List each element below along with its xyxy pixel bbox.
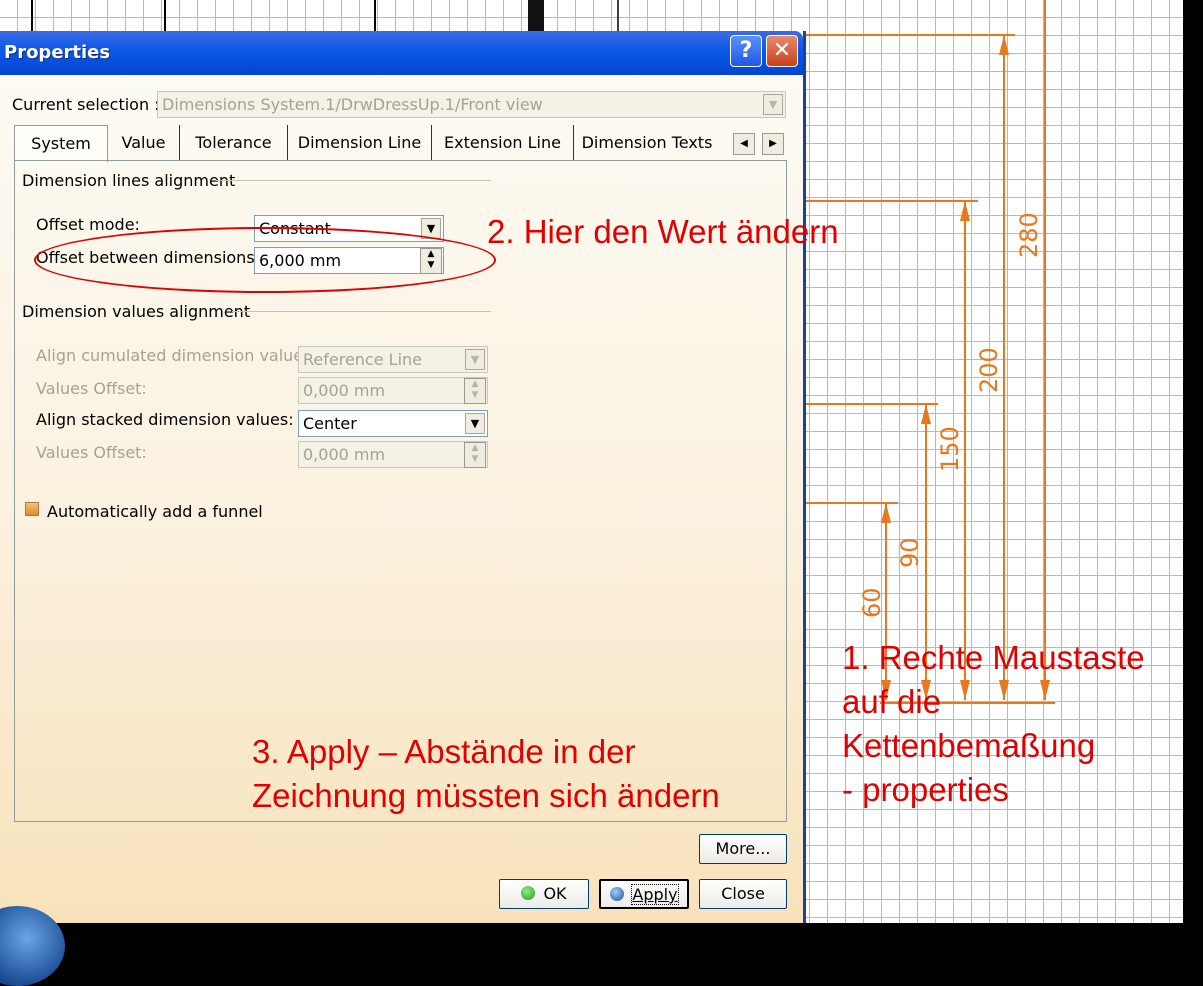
annotation-step-3: 3. Apply – Abstände in der Zeichnung müs… [252, 733, 720, 814]
dialog-titlebar[interactable]: Properties ? ✕ [0, 31, 803, 75]
tab-scroll-right-icon[interactable]: ▶ [762, 133, 784, 155]
values-offset-1-input[interactable]: 0,000 mm [298, 377, 488, 404]
values-offset-1-label: Values Offset: [36, 379, 147, 398]
values-offset-1-stepper-icon[interactable]: ▲ ▼ [464, 378, 486, 404]
align-cumulated-label: Align cumulated dimension values: [36, 346, 317, 365]
values-offset-2-input[interactable]: 0,000 mm [298, 441, 488, 468]
chevron-down-icon[interactable]: ▼ [465, 413, 485, 434]
ok-button[interactable]: OK [499, 879, 589, 909]
funnel-label: Automatically add a funnel [47, 502, 263, 521]
align-stacked-label: Align stacked dimension values: [36, 410, 294, 429]
align-cumulated-select[interactable]: Reference Line ▼ [298, 346, 488, 373]
tab-dimension-texts[interactable]: Dimension Texts [574, 125, 720, 161]
align-cumulated-value: Reference Line [303, 350, 422, 369]
values-offset-2-stepper-icon[interactable]: ▲ ▼ [464, 442, 486, 468]
ok-button-label: OK [543, 884, 567, 903]
globe-logo-icon [0, 906, 65, 986]
values-offset-2-label: Values Offset: [36, 443, 147, 462]
tab-tolerance[interactable]: Tolerance [180, 125, 288, 161]
group-separator [216, 180, 491, 181]
tab-extension-line[interactable]: Extension Line [432, 125, 574, 161]
group-dimension-lines-title: Dimension lines alignment [22, 171, 236, 190]
current-selection-field[interactable]: Dimensions System.1/DrwDressUp.1/Front v… [157, 91, 786, 118]
help-button[interactable]: ? [730, 35, 762, 67]
group-separator [232, 311, 491, 312]
close-x-button[interactable]: ✕ [766, 35, 798, 67]
dim-150-label: 150 [936, 426, 964, 472]
offset-mode-label: Offset mode: [36, 215, 140, 234]
close-button[interactable]: Close [699, 879, 787, 909]
tab-system[interactable]: System [14, 125, 108, 162]
align-stacked-select[interactable]: Center ▼ [298, 410, 488, 437]
highlight-ellipse [34, 227, 496, 293]
values-offset-1-value: 0,000 mm [303, 381, 386, 400]
current-selection-value: Dimensions System.1/DrwDressUp.1/Front v… [162, 95, 543, 114]
annotation-step-1: 1. Rechte Maustaste auf die Kettenbemaßu… [842, 639, 1145, 808]
group-dimension-values-title: Dimension values alignment [22, 302, 251, 321]
chevron-down-icon[interactable]: ▼ [763, 94, 783, 115]
apply-button-label: Apply [631, 884, 679, 905]
dim-90-label: 90 [896, 537, 924, 568]
tab-value[interactable]: Value [108, 125, 180, 161]
tab-dimension-line[interactable]: Dimension Line [288, 125, 432, 161]
current-selection-label: Current selection : [12, 95, 160, 114]
dim-200-label: 200 [975, 347, 1003, 393]
dim-280-label: 280 [1015, 212, 1043, 258]
values-offset-2-value: 0,000 mm [303, 445, 386, 464]
funnel-checkbox[interactable] [25, 502, 39, 516]
apply-button[interactable]: Apply [599, 879, 689, 909]
tab-scroll-left-icon[interactable]: ◀ [733, 133, 755, 155]
dialog-title: Properties [4, 42, 111, 63]
dim-60-label: 60 [858, 587, 886, 618]
more-button[interactable]: More... [699, 834, 787, 864]
annotation-step-2: 2. Hier den Wert ändern [487, 213, 839, 250]
chevron-down-icon[interactable]: ▼ [465, 349, 485, 370]
align-stacked-value: Center [303, 414, 357, 433]
apply-blue-icon [610, 886, 625, 901]
ok-green-icon [521, 885, 536, 900]
